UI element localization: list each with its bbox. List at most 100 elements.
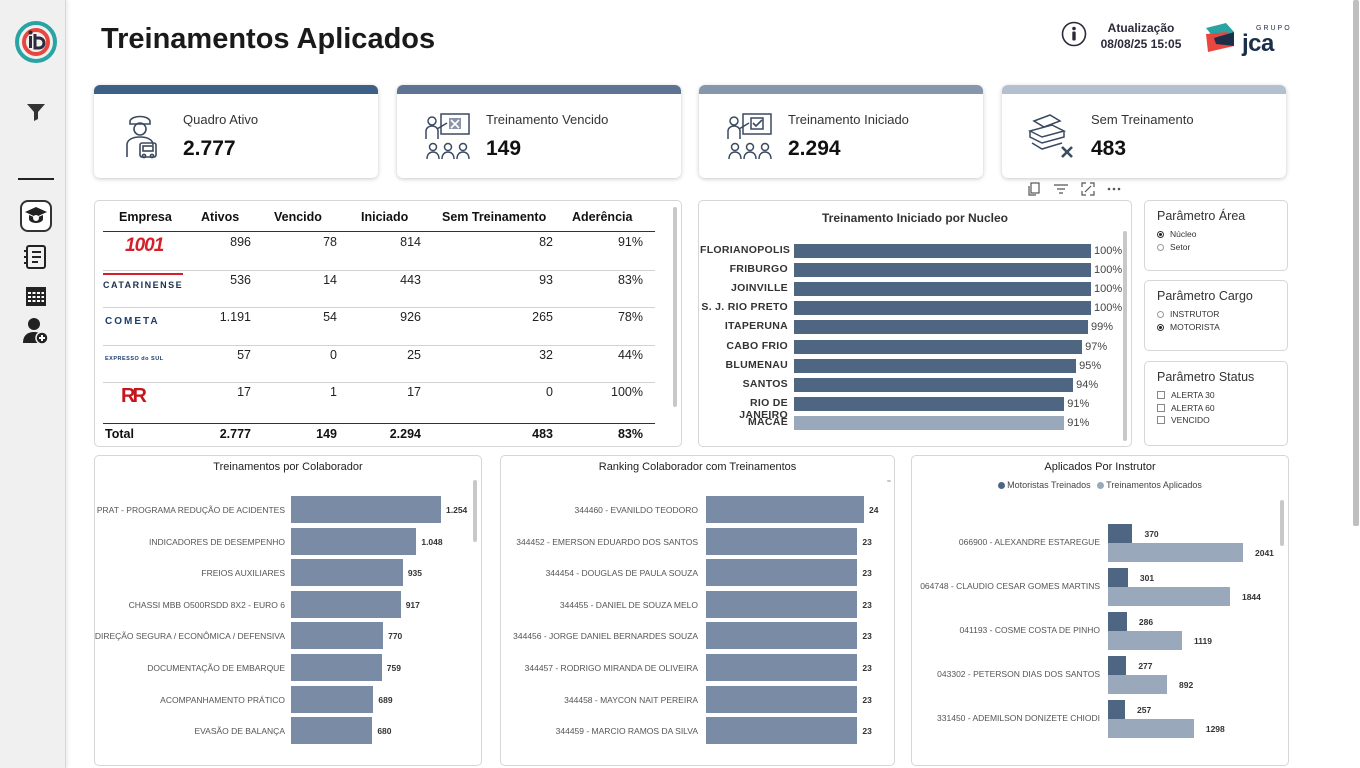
calendar-grid-icon xyxy=(26,287,46,306)
bar[interactable] xyxy=(706,590,858,618)
bar-treinamentos[interactable] xyxy=(1108,631,1182,650)
copy-icon[interactable] xyxy=(1027,182,1041,196)
table-row[interactable]: CATARINENSE 536 14 443 93 83% xyxy=(95,272,655,311)
col-header-vencido[interactable]: Vencido xyxy=(274,210,322,224)
col-header-iniciado[interactable]: Iniciado xyxy=(361,210,408,224)
bar[interactable] xyxy=(291,685,374,713)
sidebar-item-treinamentos[interactable] xyxy=(20,200,52,232)
kpi-card-treinamento-vencido[interactable]: Treinamento Vencido 149 xyxy=(397,85,681,178)
chart-scrollbar[interactable] xyxy=(473,480,477,542)
table-row[interactable]: COMETA 1.191 54 926 265 78% xyxy=(95,310,655,348)
nucleo-chart: Treinamento Iniciado por Nucleo FLORIANO… xyxy=(698,200,1132,447)
slicer-title: Parâmetro Status xyxy=(1157,370,1255,384)
bar-value-label: 680 xyxy=(377,726,392,737)
slicer-option-nucleo[interactable]: Núcleo xyxy=(1157,229,1196,239)
filter-icon[interactable] xyxy=(24,100,48,124)
bar-treinamentos[interactable] xyxy=(1108,543,1243,562)
chart-scrollbar[interactable] xyxy=(887,480,891,482)
cell-sem: 93 xyxy=(539,272,553,287)
slicer-area: Parâmetro Área Núcleo Setor xyxy=(1144,200,1288,271)
bar-motoristas[interactable] xyxy=(1108,524,1133,543)
nucleo-bar[interactable] xyxy=(794,358,1077,373)
bar-label: FREIOS AUXILIARES xyxy=(201,568,285,579)
slicer-option-alerta-30[interactable]: ALERTA 30 xyxy=(1157,390,1215,400)
slicer-option-vencido[interactable]: VENCIDO xyxy=(1157,415,1210,425)
total-label: Total xyxy=(105,427,134,441)
kpi-card-quadro-ativo[interactable]: Quadro Ativo 2.777 xyxy=(94,85,378,178)
bar-label: 344459 - MARCIO RAMOS DA SILVA xyxy=(555,726,698,737)
nucleo-bar[interactable] xyxy=(794,263,1091,278)
bar[interactable] xyxy=(706,527,858,555)
driver-bus-icon xyxy=(126,115,157,159)
table-row[interactable]: EXPRESSO do SUL 57 0 25 32 44% xyxy=(95,348,655,386)
nucleo-bar[interactable] xyxy=(794,396,1065,411)
bar-value-label: 286 xyxy=(1138,617,1154,627)
bar[interactable] xyxy=(706,717,858,745)
nucleo-bar[interactable] xyxy=(794,377,1074,392)
nucleo-bar[interactable] xyxy=(794,282,1091,297)
nucleo-value-label: 100% xyxy=(1094,264,1123,277)
bar-value-label: 1844 xyxy=(1241,592,1261,602)
bar-motoristas[interactable] xyxy=(1108,656,1127,675)
more-options-icon[interactable] xyxy=(1107,182,1121,196)
col-header-aderencia[interactable]: Aderência xyxy=(572,210,632,224)
bar-value-label: 935 xyxy=(407,568,423,579)
bar[interactable] xyxy=(291,654,382,681)
sidebar-item-calendario[interactable] xyxy=(20,280,52,312)
slicer-option-instrutor[interactable]: INSTRUTOR xyxy=(1157,309,1219,319)
bar[interactable] xyxy=(291,622,384,650)
legend-item[interactable]: Treinamentos Aplicados xyxy=(1106,480,1202,490)
nucleo-bar[interactable] xyxy=(794,339,1083,354)
chart-scrollbar[interactable] xyxy=(1123,231,1127,441)
bar[interactable] xyxy=(291,590,401,618)
bar[interactable] xyxy=(291,717,373,745)
bar-treinamentos[interactable] xyxy=(1108,675,1167,694)
filter-lines-icon[interactable] xyxy=(1053,182,1069,196)
bar-motoristas[interactable] xyxy=(1108,700,1125,719)
row-divider xyxy=(103,344,655,346)
slicer-option-setor[interactable]: Setor xyxy=(1157,242,1190,252)
cell-ativos: 57 xyxy=(237,347,251,362)
page-title: Treinamentos Aplicados xyxy=(101,23,436,55)
col-header-ativos[interactable]: Ativos xyxy=(201,210,239,224)
bar-motoristas[interactable] xyxy=(1108,568,1128,587)
bar[interactable] xyxy=(706,496,864,523)
bar-treinamentos[interactable] xyxy=(1108,587,1230,606)
focus-mode-icon[interactable] xyxy=(1081,182,1095,196)
nucleo-bar[interactable] xyxy=(794,320,1089,335)
sidebar-item-documentos[interactable] xyxy=(20,241,52,273)
table-scrollbar[interactable] xyxy=(673,207,677,407)
slicer-option-alerta-60[interactable]: ALERTA 60 xyxy=(1157,403,1215,413)
page-scrollbar[interactable] xyxy=(1353,0,1359,526)
bar-label: 041193 - COSME COSTA DE PINHO xyxy=(959,625,1100,635)
nucleo-bar[interactable] xyxy=(794,244,1091,258)
col-header-empresa[interactable]: Empresa xyxy=(119,210,172,224)
bar-treinamentos[interactable] xyxy=(1108,719,1194,738)
nucleo-value-label: 99% xyxy=(1091,321,1114,334)
info-icon[interactable] xyxy=(1061,21,1087,47)
bar[interactable] xyxy=(706,559,858,587)
bar[interactable] xyxy=(291,527,417,555)
bar[interactable] xyxy=(291,559,403,587)
bar[interactable] xyxy=(706,622,858,650)
table-row[interactable]: RR 17 1 17 0 100% xyxy=(95,385,655,423)
kpi-card-treinamento-iniciado[interactable]: Treinamento Iniciado 2.294 xyxy=(699,85,983,178)
bar[interactable] xyxy=(706,685,858,713)
radio-icon xyxy=(1157,310,1164,318)
table-row[interactable]: 1001 896 78 814 82 91% xyxy=(95,235,655,273)
bar[interactable] xyxy=(291,496,441,523)
app-logo-icon[interactable] xyxy=(14,20,58,64)
chart-scrollbar[interactable] xyxy=(1280,500,1284,546)
slicer-option-motorista[interactable]: MOTORISTA xyxy=(1157,322,1220,332)
header-divider xyxy=(103,231,655,232)
nucleo-bar[interactable] xyxy=(794,301,1091,316)
bar-value-label: 1298 xyxy=(1205,724,1225,734)
sidebar-item-usuarios[interactable] xyxy=(20,315,52,347)
bar[interactable] xyxy=(706,654,858,681)
col-header-sem-treinamento[interactable]: Sem Treinamento xyxy=(442,210,546,224)
kpi-card-sem-treinamento[interactable]: Sem Treinamento 483 xyxy=(1002,85,1286,178)
nucleo-bar[interactable] xyxy=(794,415,1065,430)
legend-item[interactable]: Motoristas Treinados xyxy=(1007,480,1091,490)
bar-motoristas[interactable] xyxy=(1108,612,1127,631)
total-divider xyxy=(103,423,655,424)
